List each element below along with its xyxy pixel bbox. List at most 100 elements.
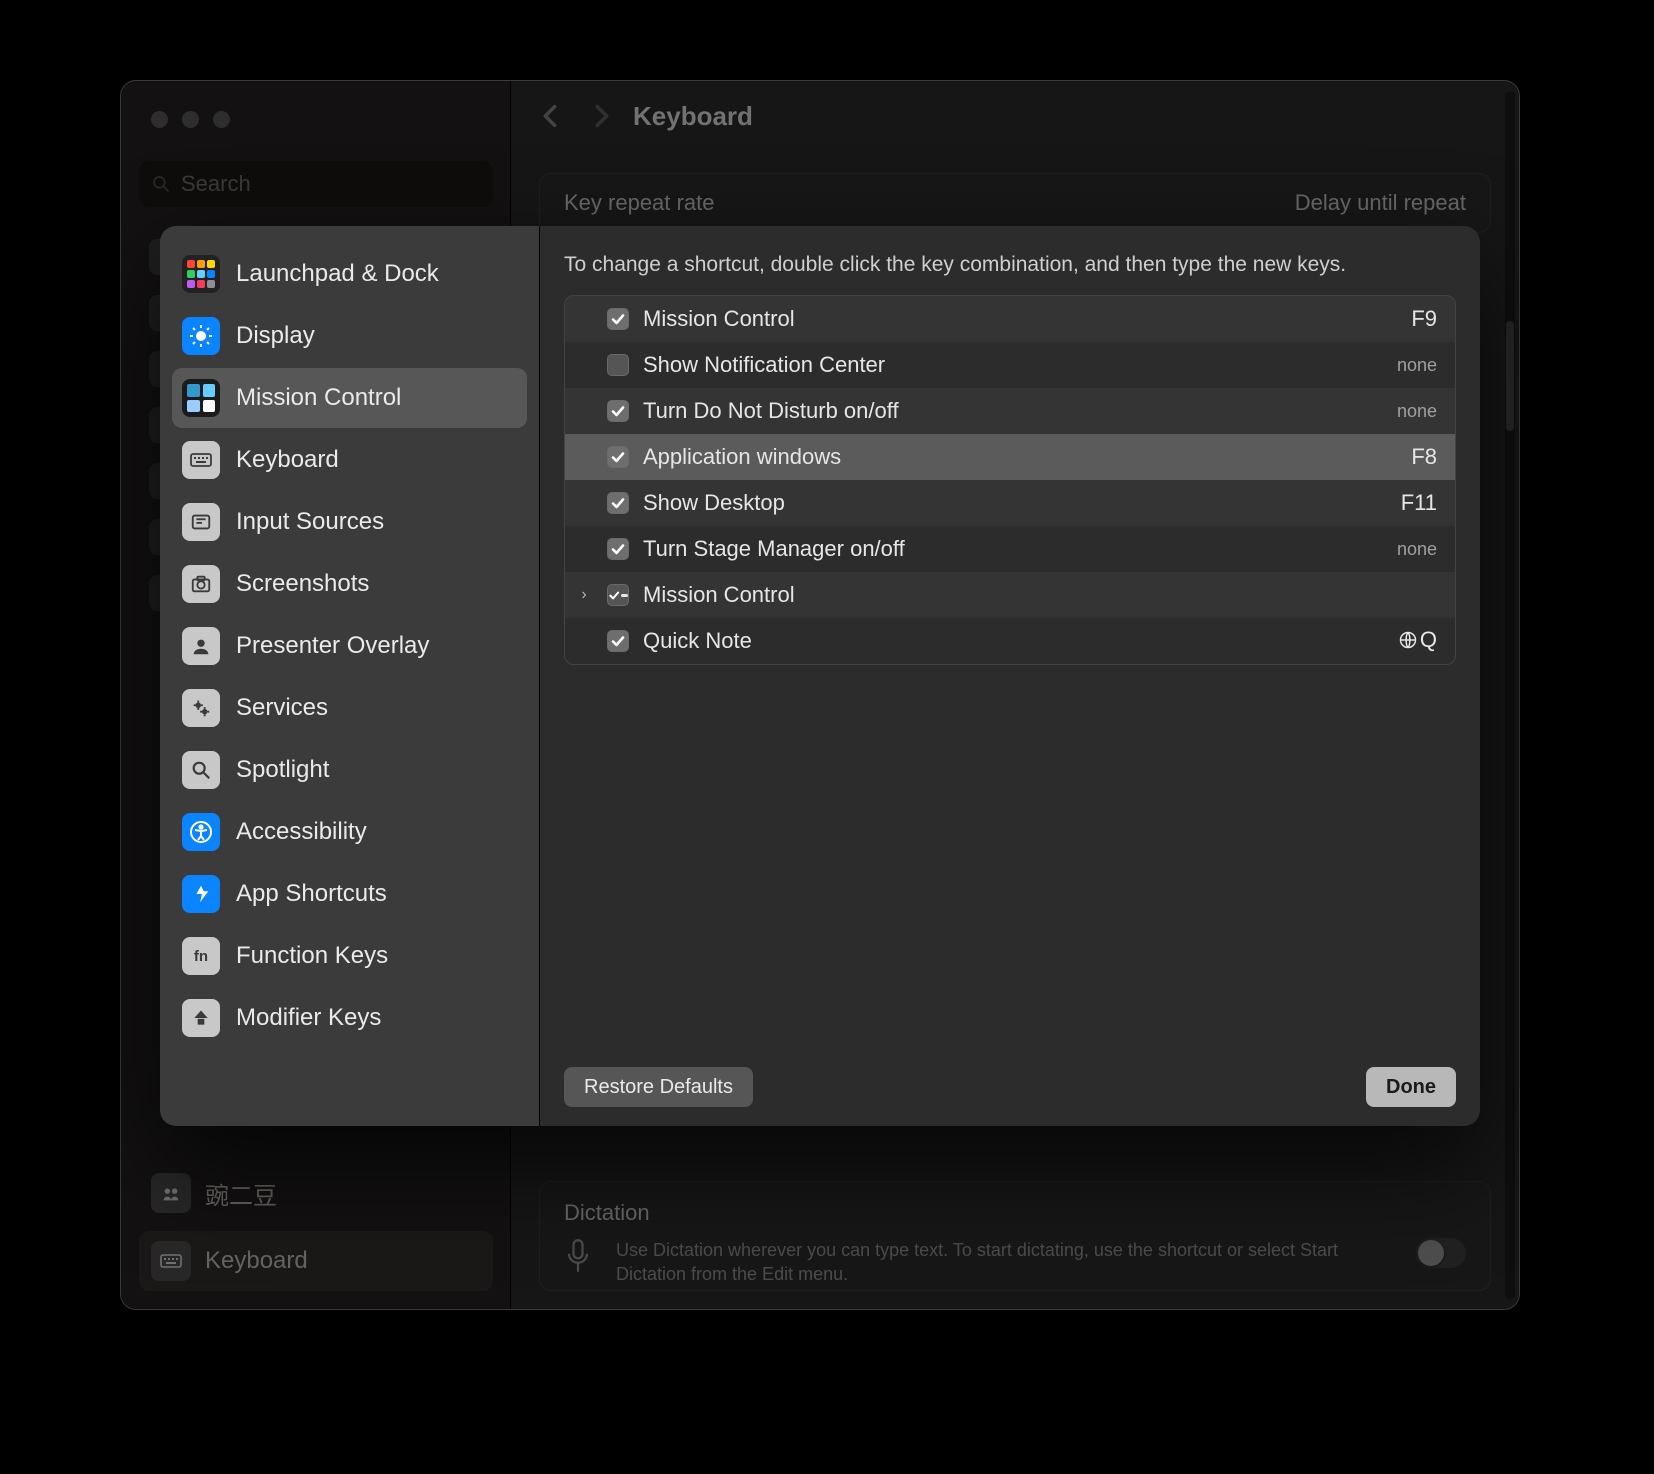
shortcut-list: Mission Control F9 Show Notification Cente… (564, 295, 1456, 665)
category-label: Input Sources (236, 508, 384, 536)
content-header: Keyboard (511, 81, 1519, 151)
category-label: Screenshots (236, 570, 369, 598)
search-field[interactable] (139, 161, 493, 207)
launchpad-icon (182, 255, 220, 293)
modifier-icon (182, 999, 220, 1037)
shortcut-key[interactable]: none (1397, 539, 1437, 560)
gears-icon (182, 689, 220, 727)
shortcut-checkbox[interactable] (607, 584, 629, 606)
category-item[interactable]: Display (172, 306, 527, 366)
user-icon (151, 1173, 191, 1213)
shortcut-label: Mission Control (643, 582, 1423, 608)
category-label: Keyboard (236, 446, 339, 474)
keyboard-icon (151, 1241, 191, 1281)
accessibility-icon (182, 813, 220, 851)
category-item[interactable]: Screenshots (172, 554, 527, 614)
category-label: Function Keys (236, 942, 388, 970)
category-label: Spotlight (236, 756, 329, 784)
shortcut-label: Quick Note (643, 628, 1384, 654)
shortcut-row[interactable]: Show Desktop F11 (565, 480, 1455, 526)
hint-text: To change a shortcut, double click the k… (564, 250, 1456, 279)
scrollbar-thumb[interactable] (1506, 321, 1514, 431)
shortcut-checkbox[interactable] (607, 492, 629, 514)
shortcut-checkbox[interactable] (607, 630, 629, 652)
shortcut-key[interactable]: none (1397, 401, 1437, 422)
category-item[interactable]: Input Sources (172, 492, 527, 552)
category-item[interactable]: App Shortcuts (172, 864, 527, 924)
done-button[interactable]: Done (1366, 1067, 1456, 1107)
category-label: Display (236, 322, 315, 350)
close-dot[interactable] (151, 111, 168, 128)
shortcut-row[interactable]: Application windows F8 (565, 434, 1455, 480)
shortcut-label: Show Desktop (643, 490, 1387, 516)
disclosure-icon[interactable]: › (575, 586, 593, 604)
spotlight-icon (182, 751, 220, 789)
shortcut-row[interactable]: Quick Note Q (565, 618, 1455, 664)
category-label: Modifier Keys (236, 1004, 381, 1032)
shortcut-key[interactable]: Q (1398, 627, 1437, 656)
shortcut-key[interactable]: F9 (1411, 306, 1437, 332)
category-item[interactable]: Launchpad & Dock (172, 244, 527, 304)
search-input[interactable] (181, 171, 481, 197)
category-label: Launchpad & Dock (236, 260, 439, 288)
shortcut-label: Mission Control (643, 306, 1397, 332)
category-label: Accessibility (236, 818, 367, 846)
category-item[interactable]: Presenter Overlay (172, 616, 527, 676)
category-item[interactable]: Services (172, 678, 527, 738)
key-repeat-card: Key repeat rate Delay until repeat (539, 173, 1491, 233)
shortcut-label: Application windows (643, 444, 1397, 470)
shortcut-key[interactable]: none (1397, 355, 1437, 376)
sidebar-user-label: 豌二豆 (205, 1176, 277, 1211)
shortcut-key[interactable]: F11 (1401, 490, 1437, 516)
shortcut-label: Show Notification Center (643, 352, 1383, 378)
category-item[interactable]: Modifier Keys (172, 988, 527, 1048)
back-icon[interactable] (539, 102, 561, 130)
dictation-card: Dictation Use Dictation wherever you can… (539, 1181, 1491, 1291)
category-label: Presenter Overlay (236, 632, 429, 660)
sidebar-bottom: 豌二豆 Keyboard (139, 1163, 493, 1291)
minimize-dot[interactable] (182, 111, 199, 128)
user-icon (182, 627, 220, 665)
shortcut-checkbox[interactable] (607, 308, 629, 330)
shortcut-row[interactable]: Turn Stage Manager on/off none (565, 526, 1455, 572)
sheet-footer: Restore Defaults Done (540, 1048, 1480, 1126)
sidebar-keyboard-label: Keyboard (205, 1247, 308, 1275)
category-label: App Shortcuts (236, 880, 387, 908)
shortcut-row[interactable]: › Mission Control (565, 572, 1455, 618)
shortcut-row[interactable]: Mission Control F9 (565, 296, 1455, 342)
shortcut-row[interactable]: Show Notification Center none (565, 342, 1455, 388)
sidebar-item-keyboard[interactable]: Keyboard (139, 1231, 493, 1291)
sidebar-item-user[interactable]: 豌二豆 (139, 1163, 493, 1223)
category-item[interactable]: Accessibility (172, 802, 527, 862)
shortcut-label: Turn Stage Manager on/off (643, 536, 1383, 562)
dictation-title: Dictation (564, 1200, 1466, 1226)
shortcuts-sheet: Launchpad & Dock Display Mission Control Ke… (160, 226, 1480, 1126)
category-item[interactable]: Keyboard (172, 430, 527, 490)
shortcut-checkbox[interactable] (607, 354, 629, 376)
display-icon (182, 317, 220, 355)
category-label: Mission Control (236, 384, 401, 412)
category-list: Launchpad & Dock Display Mission Control Ke… (160, 226, 540, 1126)
keyboard-icon (182, 441, 220, 479)
mission-icon (182, 379, 220, 417)
dictation-toggle[interactable] (1416, 1238, 1466, 1268)
appstore-icon (182, 875, 220, 913)
shortcut-key[interactable]: F8 (1411, 444, 1437, 470)
search-icon (151, 173, 171, 195)
category-item[interactable]: Spotlight (172, 740, 527, 800)
dictation-body: Use Dictation wherever you can type text… (616, 1238, 1400, 1287)
restore-defaults-button[interactable]: Restore Defaults (564, 1067, 753, 1107)
category-item[interactable]: Mission Control (172, 368, 527, 428)
scrollbar[interactable] (1505, 91, 1515, 1299)
shortcut-checkbox[interactable] (607, 400, 629, 422)
category-label: Services (236, 694, 328, 722)
shortcut-checkbox[interactable] (607, 446, 629, 468)
mic-icon (564, 1238, 600, 1279)
category-item[interactable]: fnFunction Keys (172, 926, 527, 986)
camera-icon (182, 565, 220, 603)
shortcut-checkbox[interactable] (607, 538, 629, 560)
shortcut-row[interactable]: Turn Do Not Disturb on/offnone (565, 388, 1455, 434)
delay-repeat-label: Delay until repeat (1295, 190, 1466, 216)
forward-icon[interactable] (591, 102, 613, 130)
zoom-dot[interactable] (213, 111, 230, 128)
